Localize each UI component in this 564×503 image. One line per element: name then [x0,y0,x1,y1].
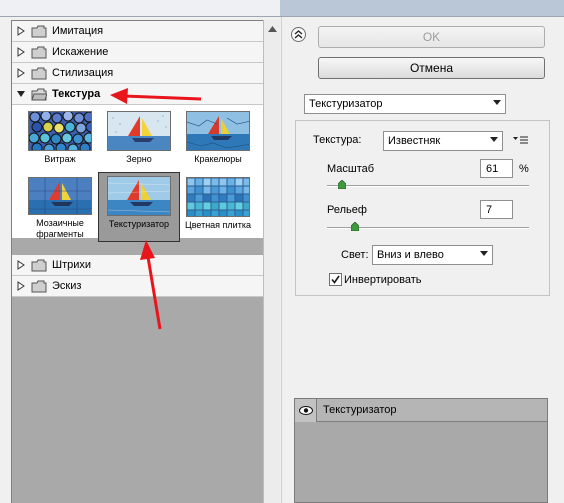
checkmark-icon [331,275,340,284]
window-top-strip [0,0,564,17]
category-label: Имитация [52,25,104,37]
scale-slider-handle[interactable] [337,180,346,189]
effect-layers-panel: Текстуризатор [294,398,548,503]
category-label: Искажение [52,46,109,58]
dropdown-arrow-icon [493,100,501,105]
texture-thumbnails-grid: Витраж Зерно Кракелюры Мозаичные фрагмен… [12,105,263,242]
filter-thumb-mosaic[interactable]: Мозаичные фрагменты [21,174,99,240]
relief-input[interactable]: 7 [480,200,513,219]
category-label: Эскиз [52,280,82,292]
expand-triangle-icon[interactable] [12,276,30,297]
scale-unit: % [519,163,529,175]
expand-triangle-icon[interactable] [12,21,30,42]
light-select-value: Вниз и влево [377,249,444,261]
texture-label: Текстура: [313,134,362,146]
category-texture[interactable]: Текстура [12,84,263,105]
mosaic-tiles-thumbnail [28,177,92,215]
category-brush-strokes[interactable]: Штрихи [12,255,263,276]
effect-layer-row[interactable]: Текстуризатор [295,398,547,422]
double-chevron-up-icon [294,30,303,39]
eye-icon[interactable] [295,398,317,422]
thumb-caption: Кракелюры [194,154,242,164]
open-folder-icon [30,84,48,105]
effect-layer-name: Текстуризатор [323,404,397,416]
filter-settings-panel: OK Отмена Текстуризатор Текстура: Извест… [281,17,564,503]
expand-triangle-icon[interactable] [12,42,30,63]
category-label: Штрихи [52,259,92,271]
relief-slider-handle[interactable] [351,222,360,231]
filter-thumb-craquelure[interactable]: Кракелюры [179,108,257,174]
gallery-scrollbar[interactable] [263,20,280,503]
scale-slider-track[interactable] [327,185,529,187]
category-label: Стилизация [52,67,114,79]
texture-menu-icon[interactable] [513,136,529,144]
dropdown-arrow-icon [490,137,498,142]
light-label: Свет: [341,249,369,261]
folder-icon [30,63,48,84]
expand-triangle-icon[interactable] [12,63,30,84]
craquelure-thumbnail [186,111,250,151]
filter-thumb-grain[interactable]: Зерно [100,108,178,174]
texture-select-value: Известняк [388,135,441,147]
relief-label: Рельеф [327,204,367,216]
filter-gallery-panel: Имитация Искажение Стилизация Текстура В… [11,20,263,503]
texturizer-thumbnail [107,176,171,216]
category-label: Текстура [52,88,101,100]
patchwork-thumbnail [186,177,250,217]
thumb-caption: Мозаичные фрагменты [36,218,84,239]
thumb-caption: Зерно [126,154,152,164]
filter-select-value: Текстуризатор [309,98,383,110]
folder-icon [30,42,48,63]
dropdown-arrow-icon [480,251,488,256]
filter-thumb-texturizer[interactable]: Текстуризатор [98,172,180,242]
filter-thumb-patchwork[interactable]: Цветная плитка [179,174,257,240]
grain-thumbnail [107,111,171,151]
invert-label: Инвертировать [344,274,422,286]
invert-checkbox[interactable] [329,273,342,286]
cancel-button[interactable]: Отмена [318,57,545,79]
folder-icon [30,255,48,276]
top-strip-left [0,0,280,17]
texturizer-parameters: Текстура: Известняк Масштаб 61 % Рельеф … [295,120,550,296]
thumb-caption: Витраж [44,154,76,164]
texture-select[interactable]: Известняк [383,131,503,151]
category-stylize[interactable]: Стилизация [12,63,263,84]
category-imitation[interactable]: Имитация [12,21,263,42]
scroll-up-arrow-icon[interactable] [264,20,280,37]
stained-glass-thumbnail [28,111,92,151]
category-sketch[interactable]: Эскиз [12,276,263,297]
category-distort[interactable]: Искажение [12,42,263,63]
thumb-caption: Цветная плитка [185,220,251,230]
scale-input[interactable]: 61 [480,159,513,178]
filter-thumb-stained-glass[interactable]: Витраж [21,108,99,174]
collapse-triangle-icon[interactable] [12,84,30,105]
scale-label: Масштаб [327,163,375,175]
top-strip-right [280,0,564,17]
ok-button[interactable]: OK [318,26,545,48]
thumb-caption: Текстуризатор [108,219,170,229]
folder-icon [30,21,48,42]
collapse-gallery-button[interactable] [291,27,306,42]
expand-triangle-icon[interactable] [12,255,30,276]
folder-icon [30,276,48,297]
filter-select[interactable]: Текстуризатор [304,94,506,114]
light-direction-select[interactable]: Вниз и влево [372,245,493,265]
